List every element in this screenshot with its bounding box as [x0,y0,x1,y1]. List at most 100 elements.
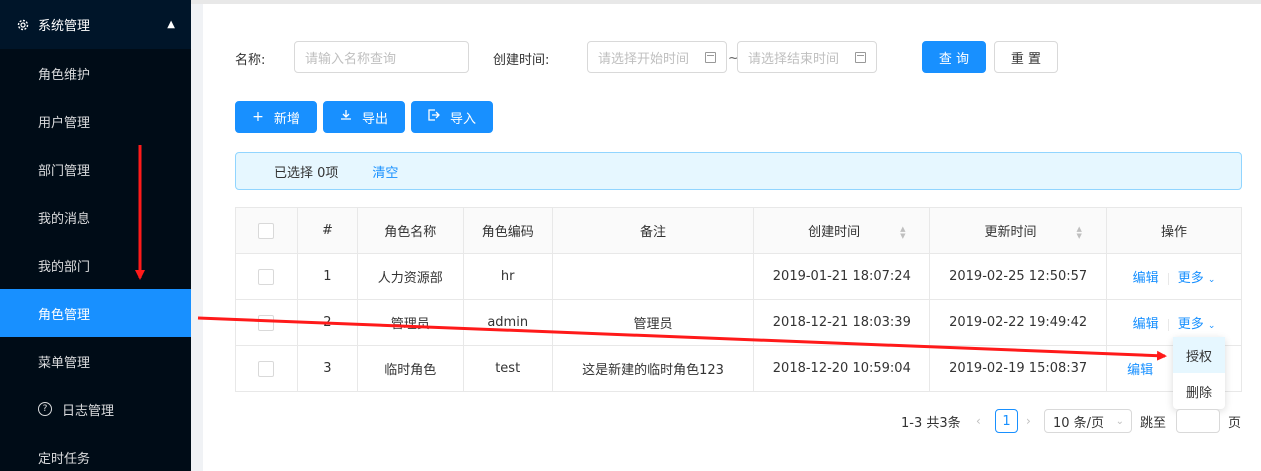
question-circle-icon: ? [38,402,52,416]
action-divider [1167,318,1169,331]
chevron-down-icon: ⌄ [1207,321,1216,331]
column-header-created[interactable]: 创建时间 ▲ ▼ [753,207,931,254]
edit-link[interactable]: 编辑 [1127,363,1153,378]
more-dropdown[interactable]: 更多 ⌄ [1178,317,1216,332]
start-date-placeholder: 请选择开始时间 [598,51,690,67]
column-header-remark: 备注 [551,207,755,254]
row-checkbox[interactable] [258,360,275,377]
delete-menu-item[interactable]: 删除 [1173,373,1225,409]
column-header-index: # [296,207,358,254]
sort-icon[interactable]: ▲ ▼ [900,225,905,240]
query-button[interactable]: 查 询 [922,41,986,73]
row-checkbox[interactable] [258,314,275,331]
sidebar-item-label: 定时任务 [38,451,91,467]
cell-actions: 编辑 更多 ⌄ [1106,253,1242,300]
content-gutter [191,0,203,471]
more-label: 更多 [1177,271,1204,286]
sidebar-item-departments[interactable]: 部门管理 [0,145,191,193]
calendar-icon [855,51,866,63]
query-button-label: 查 询 [938,51,970,67]
sidebar-item-my-department[interactable]: 我的部门 [0,241,191,289]
page-size-value: 10 条/页 [1053,415,1105,431]
sidebar-item-label: 我的部门 [38,259,91,275]
cell-index: 2 [296,299,358,346]
sidebar-item-users[interactable]: 用户管理 [0,97,191,145]
gear-icon [16,18,30,32]
page-size-select[interactable]: 10 条/页 ⌄ [1044,409,1132,433]
cell-code: admin [462,299,553,346]
sidebar-item-scheduled-tasks[interactable]: 定时任务 [0,433,191,471]
export-button-label: 导出 [361,111,388,127]
cell-remark: 这是新建的临时角色123 [551,345,755,392]
chevron-up-icon: ▲ [167,19,175,30]
clear-selection-link[interactable]: 清空 [372,162,398,181]
sidebar-group-label: 系统管理 [38,19,91,34]
cell-updated: 2019-02-22 19:49:42 [929,299,1108,346]
import-button[interactable]: 导入 [411,101,493,133]
sidebar-item-role-management[interactable]: 角色管理 [0,289,191,337]
export-button[interactable]: 导出 [323,101,405,133]
column-header-actions: 操作 [1106,207,1242,254]
cell-code: hr [462,253,553,300]
selected-count: 已选择 0项 [274,165,339,181]
table-row: 1 人力资源部 hr 2019-01-21 18:07:24 2019-02-2… [235,253,1242,300]
jump-page-input[interactable] [1176,409,1220,433]
action-divider [1167,272,1169,285]
header-divider [191,0,1261,4]
sidebar-item-logs[interactable]: ? 日志管理 [0,385,191,433]
edit-link[interactable]: 编辑 [1133,271,1159,286]
name-placeholder: 请输入名称查询 [305,51,397,67]
select-all-checkbox[interactable] [258,222,275,239]
reset-button-label: 重 置 [1010,51,1042,67]
cell-index: 1 [296,253,358,300]
calendar-icon [705,51,716,63]
reset-button[interactable]: 重 置 [994,41,1058,73]
page-1-button[interactable]: 1 [995,409,1018,433]
end-date-input[interactable]: 请选择结束时间 [737,41,877,73]
sidebar-item-role-maintain[interactable]: 角色维护 [0,49,191,97]
jump-label: 跳至 [1140,415,1167,431]
plus-icon: + [252,109,264,125]
prev-page-icon[interactable]: ‹ [976,409,981,433]
cell-code: test [462,345,553,392]
more-dropdown[interactable]: 更多 ⌄ [1178,271,1216,286]
cell-created: 2019-01-21 18:07:24 [753,253,931,300]
sidebar-item-messages[interactable]: 我的消息 [0,193,191,241]
pagination-summary: 1-3 共3条 [901,415,961,431]
cell-name: 人力资源部 [356,253,464,300]
add-button-label: 新增 [273,111,300,127]
cell-name: 管理员 [356,299,464,346]
cell-updated: 2019-02-19 15:08:37 [929,345,1108,392]
sidebar-item-label: 我的消息 [38,211,91,227]
select-all-cell[interactable] [235,207,298,254]
sidebar-item-label: 部门管理 [38,163,91,179]
selection-alert: 已选择 0项 清空 [235,152,1242,190]
column-header-updated[interactable]: 更新时间 ▲ ▼ [929,207,1108,254]
roles-table: # 角色名称 角色编码 备注 创建时间 ▲ ▼ 更新时间 ▲ ▼ 操作 1 人力资源部 … [235,207,1242,392]
next-page-icon[interactable]: › [1026,409,1031,433]
sidebar-item-label: 角色维护 [38,67,91,83]
more-actions-dropdown: 授权 删除 [1173,337,1225,409]
start-date-input[interactable]: 请选择开始时间 [587,41,727,73]
authorize-menu-item[interactable]: 授权 [1173,337,1225,373]
download-icon [340,109,352,125]
sidebar-group-system[interactable]: 系统管理 ▲ [0,0,191,49]
more-label: 更多 [1177,317,1204,332]
add-button[interactable]: + 新增 [235,101,317,133]
edit-link[interactable]: 编辑 [1133,317,1159,332]
chevron-down-icon: ⌄ [1115,415,1124,427]
table-header-row: # 角色名称 角色编码 备注 创建时间 ▲ ▼ 更新时间 ▲ ▼ 操作 [235,207,1242,254]
sidebar-item-label: 角色管理 [38,307,91,323]
row-checkbox[interactable] [258,268,275,285]
column-header-code: 角色编码 [462,207,553,254]
sort-icon[interactable]: ▲ ▼ [1076,225,1081,240]
chevron-down-icon: ⌄ [1207,275,1216,285]
sidebar-item-label: 菜单管理 [38,355,91,371]
page-suffix-label: 页 [1228,415,1242,431]
name-search-input[interactable]: 请输入名称查询 [294,41,469,73]
column-header-created-label: 创建时间 [808,225,861,240]
column-header-name: 角色名称 [356,207,464,254]
sidebar-item-menus[interactable]: 菜单管理 [0,337,191,385]
name-label: 名称: [235,53,266,68]
cell-remark [551,253,755,300]
